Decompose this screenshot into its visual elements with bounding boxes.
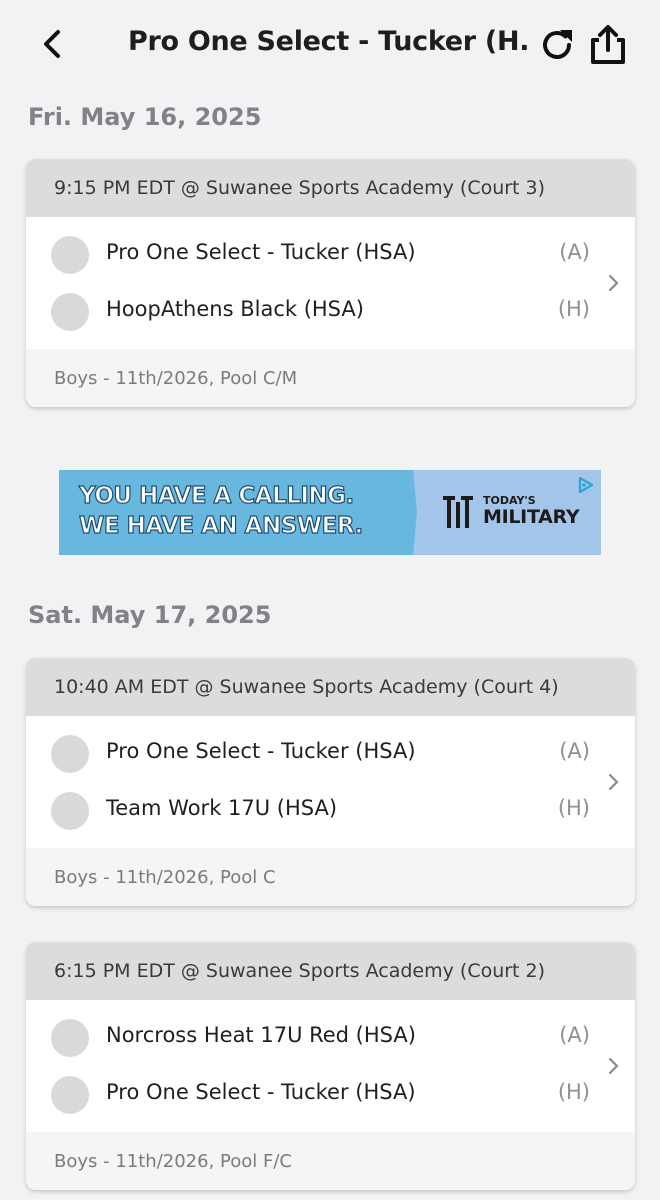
game-teams: Pro One Select - Tucker (HSA) (A) Team W… <box>26 716 635 848</box>
team-name: Team Work 17U (HSA) <box>106 796 338 820</box>
team-name: HoopAthens Black (HSA) <box>106 297 364 321</box>
team-row: Team Work 17U (HSA) (H) <box>26 782 606 838</box>
refresh-icon <box>543 30 572 59</box>
chevron-left-icon <box>44 30 60 58</box>
team-name: Pro One Select - Tucker (HSA) <box>106 240 416 264</box>
game-time-location: 10:40 AM EDT @ Suwanee Sports Academy (C… <box>26 658 635 716</box>
team-logo <box>51 792 89 830</box>
share-icon <box>591 25 625 64</box>
team-name: Pro One Select - Tucker (HSA) <box>106 739 416 763</box>
game-time-location: 6:15 PM EDT @ Suwanee Sports Academy (Co… <box>26 942 635 1000</box>
game-card[interactable]: 10:40 AM EDT @ Suwanee Sports Academy (C… <box>26 658 635 906</box>
team-row: HoopAthens Black (HSA) (H) <box>26 283 606 339</box>
ad-message-panel: YOU HAVE A CALLING. WE HAVE AN ANSWER. <box>59 470 417 555</box>
game-division: Boys - 11th/2026, Pool C/M <box>26 349 635 407</box>
team-row: Pro One Select - Tucker (HSA) (A) <box>26 725 606 781</box>
share-button[interactable] <box>586 22 630 68</box>
team-logo <box>51 1019 89 1057</box>
page-title: Pro One Select - Tucker (H... <box>128 26 528 57</box>
date-heading: Fri. May 16, 2025 <box>28 103 262 131</box>
date-heading: Sat. May 17, 2025 <box>28 601 272 629</box>
game-teams: Norcross Heat 17U Red (HSA) (A) Pro One … <box>26 1000 635 1132</box>
ad-headline-1: YOU HAVE A CALLING. <box>78 482 355 509</box>
chevron-right-icon <box>608 274 619 292</box>
game-card[interactable]: 9:15 PM EDT @ Suwanee Sports Academy (Co… <box>26 159 635 407</box>
game-division: Boys - 11th/2026, Pool C <box>26 848 635 906</box>
team-side: (H) <box>557 796 590 820</box>
ad-choices-icon[interactable] <box>575 474 597 496</box>
chevron-right-icon <box>608 773 619 791</box>
top-bar: Pro One Select - Tucker (H... <box>0 0 660 92</box>
team-logo <box>51 735 89 773</box>
team-side: (A) <box>559 739 590 763</box>
team-logo <box>51 236 89 274</box>
team-name: Norcross Heat 17U Red (HSA) <box>106 1023 416 1047</box>
game-time-location: 9:15 PM EDT @ Suwanee Sports Academy (Co… <box>26 159 635 217</box>
back-button[interactable] <box>36 24 72 64</box>
ad-headline-2: WE HAVE AN ANSWER. <box>78 512 363 539</box>
team-name: Pro One Select - Tucker (HSA) <box>106 1080 416 1104</box>
game-division: Boys - 11th/2026, Pool F/C <box>26 1132 635 1190</box>
chevron-right-icon <box>608 1057 619 1075</box>
team-logo <box>51 293 89 331</box>
game-teams: Pro One Select - Tucker (HSA) (A) HoopAt… <box>26 217 635 349</box>
ad-brand-name: MILITARY <box>483 506 580 528</box>
team-row: Pro One Select - Tucker (HSA) (H) <box>26 1066 606 1122</box>
team-side: (H) <box>557 1080 590 1104</box>
team-row: Norcross Heat 17U Red (HSA) (A) <box>26 1009 606 1065</box>
refresh-button[interactable] <box>536 24 578 66</box>
team-logo <box>51 1076 89 1114</box>
team-side: (A) <box>559 240 590 264</box>
team-row: Pro One Select - Tucker (HSA) (A) <box>26 226 606 282</box>
game-card[interactable]: 6:15 PM EDT @ Suwanee Sports Academy (Co… <box>26 942 635 1190</box>
ad-banner[interactable]: YOU HAVE A CALLING. WE HAVE AN ANSWER. T… <box>59 470 601 555</box>
military-logo-icon <box>443 496 473 528</box>
team-side: (H) <box>557 297 590 321</box>
team-side: (A) <box>559 1023 590 1047</box>
